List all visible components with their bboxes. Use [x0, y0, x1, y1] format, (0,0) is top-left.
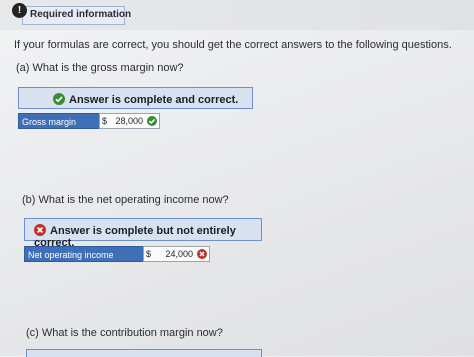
- currency-symbol: $: [102, 116, 108, 126]
- question-b-prompt: (b) What is the net operating income now…: [22, 194, 229, 206]
- question-c-prompt: (c) What is the contribution margin now?: [26, 327, 223, 339]
- intro-text: If your formulas are correct, you should…: [14, 39, 452, 51]
- x-circle-icon: [34, 224, 46, 236]
- question-a-answer-row: Gross margin $ 28,000: [18, 113, 160, 129]
- gross-margin-label: Gross margin: [18, 113, 100, 129]
- question-b-answer-row: Net operating income $ 24,000: [24, 246, 210, 262]
- check-circle-icon: [53, 93, 65, 105]
- question-a-prompt: (a) What is the gross margin now?: [16, 62, 184, 74]
- required-info-header: ! Required information: [0, 0, 474, 30]
- question-b-status-banner: Answer is complete but not entirely corr…: [24, 218, 262, 249]
- question-a-status-banner: Answer is complete and correct.: [18, 87, 253, 109]
- gross-margin-input[interactable]: $ 28,000: [99, 113, 160, 129]
- gross-margin-value: 28,000: [115, 116, 143, 126]
- net-operating-income-input[interactable]: $ 24,000: [143, 246, 210, 262]
- question-a-status-text: Answer is complete and correct.: [69, 94, 239, 106]
- check-circle-icon: [147, 116, 157, 126]
- net-operating-income-value: 24,000: [165, 249, 193, 259]
- currency-symbol: $: [146, 249, 152, 259]
- x-circle-icon: [197, 249, 207, 259]
- required-info-title: Required information: [30, 9, 132, 20]
- net-operating-income-label: Net operating income: [24, 246, 144, 262]
- info-alert-icon: !: [12, 3, 27, 18]
